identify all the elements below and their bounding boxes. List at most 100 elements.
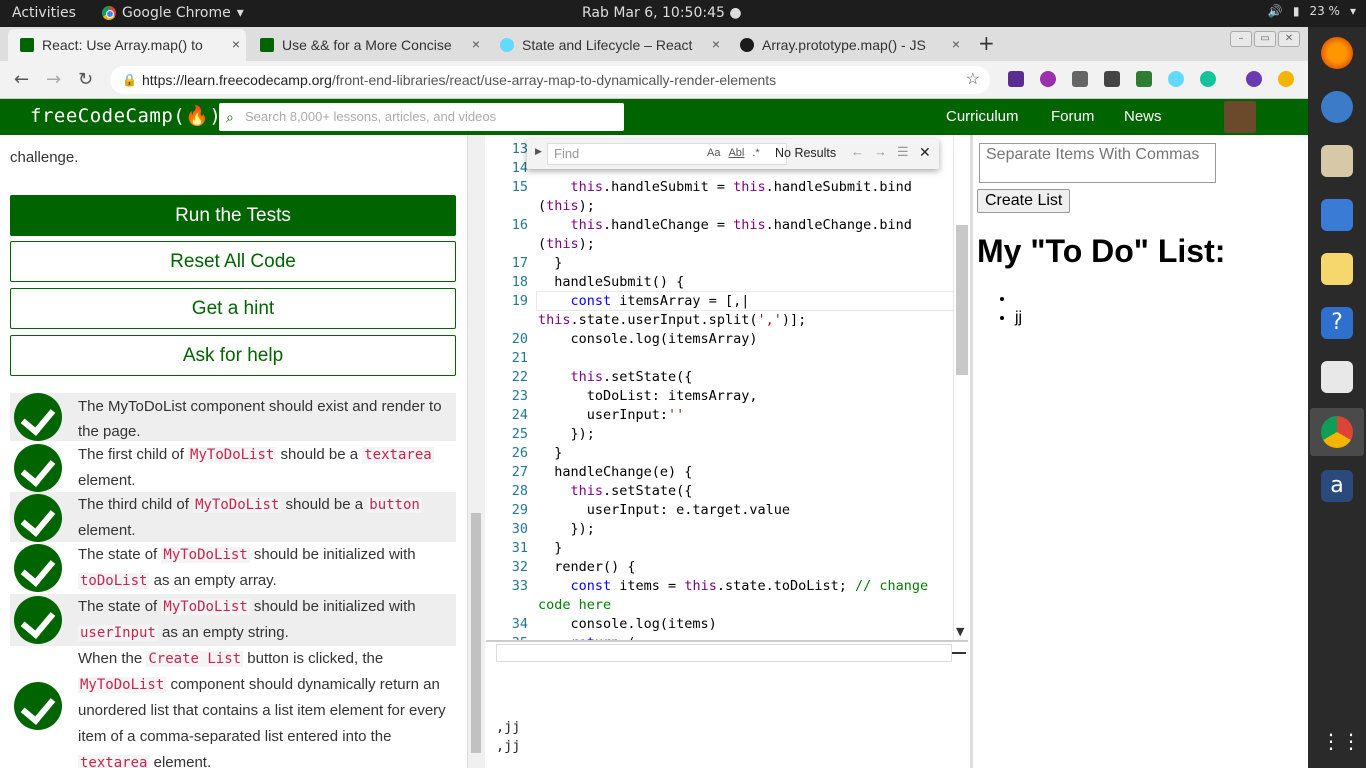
- code-line: (this);: [538, 198, 595, 214]
- test-item: The third child of MyToDoList should be …: [10, 492, 456, 542]
- scroll-thumb[interactable]: [956, 225, 968, 375]
- console-line: ,jj: [496, 719, 521, 735]
- create-list-button[interactable]: Create List: [977, 189, 1071, 213]
- close-icon[interactable]: ×: [472, 36, 480, 52]
- code-line: });: [538, 426, 595, 442]
- new-tab-button[interactable]: +: [978, 31, 995, 55]
- code-line: this.setState({: [570, 483, 693, 499]
- profile-avatar[interactable]: [1246, 71, 1262, 87]
- address-bar[interactable]: 🔒 https://learn.freecodecamp.org/front-e…: [110, 66, 990, 94]
- react-devtools-icon[interactable]: [1168, 71, 1184, 87]
- app-menu[interactable]: Google Chrome ▾: [102, 5, 244, 21]
- menu-alert-icon[interactable]: [1278, 71, 1294, 87]
- chevron-down-icon[interactable]: ▼: [956, 625, 964, 638]
- editor-scrollbar[interactable]: ▼: [953, 135, 969, 640]
- code-editor[interactable]: 13 14 15 16 17 18 19 20 21 22 23 24 25 2…: [486, 135, 953, 640]
- expand-replace-icon[interactable]: ▶: [535, 146, 542, 157]
- preview-pane: Create List My "To Do" List: jj: [970, 135, 1308, 768]
- system-tray[interactable]: 🔊 ▮ 23 % ▾: [1268, 4, 1356, 18]
- code-line: const items = this.state.toDoList; // ch…: [570, 578, 929, 594]
- tab-state-lifecycle[interactable]: State and Lifecycle – React ×: [488, 29, 726, 61]
- chevron-down-icon: ▾: [1349, 4, 1356, 18]
- fcc-favicon-icon: [260, 38, 274, 52]
- rhythmbox-icon[interactable]: [1321, 145, 1353, 177]
- volume-icon: 🔊: [1267, 4, 1283, 18]
- show-apps-icon[interactable]: ⋮⋮: [1321, 725, 1361, 757]
- back-arrow-icon[interactable]: ←: [14, 69, 29, 90]
- find-in-selection-icon[interactable]: ☰: [897, 144, 909, 160]
- activities-button[interactable]: Activities: [12, 5, 76, 21]
- maximize-icon[interactable]: ▭: [1254, 31, 1276, 47]
- window-controls: – ▭ ✕: [1230, 31, 1300, 47]
- nav-forum[interactable]: Forum: [1051, 108, 1094, 125]
- list-heading: My "To Do" List:: [977, 233, 1226, 269]
- chrome-icon[interactable]: [1321, 416, 1353, 448]
- thunderbird-icon[interactable]: [1321, 91, 1353, 123]
- help-icon[interactable]: ?: [1321, 307, 1353, 339]
- list-textarea[interactable]: [979, 143, 1216, 183]
- previous-match-icon[interactable]: ←: [851, 144, 864, 160]
- react-icon: [500, 38, 514, 52]
- cors-off-icon[interactable]: [1104, 71, 1120, 87]
- tab-use-and-operator[interactable]: Use && for a More Concise ×: [248, 29, 486, 61]
- tab-array-prototype-map[interactable]: Array.prototype.map() - JS ×: [728, 29, 966, 61]
- forward-arrow-icon[interactable]: →: [46, 69, 61, 90]
- software-icon[interactable]: [1321, 361, 1353, 393]
- run-tests-button[interactable]: Run the Tests: [10, 195, 456, 236]
- clock[interactable]: Rab Mar 6, 10:50:45 ●: [582, 5, 742, 21]
- find-result-count: No Results: [775, 146, 837, 160]
- console-input[interactable]: [496, 644, 952, 662]
- code-line: console.log(itemsArray): [538, 331, 758, 347]
- check-icon: [14, 444, 62, 492]
- nav-curriculum[interactable]: Curriculum: [946, 108, 1019, 125]
- get-hint-button[interactable]: Get a hint: [10, 288, 456, 329]
- check-icon: [14, 393, 62, 441]
- instructions-text: challenge.: [10, 149, 79, 166]
- nav-news[interactable]: News: [1124, 108, 1162, 125]
- test-item: The MyToDoList component should exist an…: [10, 393, 456, 441]
- extension-icon[interactable]: [1040, 71, 1056, 87]
- code-line: }: [538, 540, 563, 556]
- regex-toggle[interactable]: .*: [752, 143, 759, 163]
- code-line: code here: [538, 597, 612, 613]
- close-window-icon[interactable]: ✕: [1278, 31, 1300, 47]
- whole-word-toggle[interactable]: Abl: [728, 143, 744, 163]
- writer-icon[interactable]: [1321, 199, 1353, 231]
- close-icon[interactable]: ×: [712, 36, 720, 52]
- firefox-icon[interactable]: [1321, 37, 1353, 69]
- fcc-logo[interactable]: freeCodeCamp(🔥): [30, 104, 221, 127]
- next-match-icon[interactable]: →: [874, 144, 887, 160]
- grammarly-icon[interactable]: [1200, 71, 1216, 87]
- test-item: The state of MyToDoList should be initia…: [10, 594, 456, 646]
- ask-help-button[interactable]: Ask for help: [10, 335, 456, 376]
- close-icon[interactable]: ×: [232, 36, 240, 52]
- app-name: Google Chrome: [122, 5, 231, 21]
- extension-icon[interactable]: [1008, 71, 1024, 87]
- instructions-scrollbar[interactable]: [467, 135, 485, 768]
- minimize-icon[interactable]: [952, 652, 966, 654]
- reload-icon[interactable]: ↻: [78, 69, 93, 90]
- chevron-down-icon: ▾: [236, 5, 244, 21]
- fcc-navbar: freeCodeCamp(🔥) ⌕ Search 8,000+ lessons,…: [0, 99, 1308, 135]
- check-icon: [14, 544, 62, 592]
- user-avatar[interactable]: [1224, 101, 1256, 133]
- code-line: console.log(items): [538, 616, 717, 632]
- lock-icon: 🔒: [122, 73, 137, 87]
- fcc-search-input[interactable]: ⌕ Search 8,000+ lessons, articles, and v…: [219, 103, 624, 131]
- close-icon[interactable]: ×: [952, 36, 960, 52]
- scroll-thumb[interactable]: [471, 513, 481, 753]
- bookmark-star-icon[interactable]: ☆: [966, 66, 980, 94]
- match-case-toggle[interactable]: Aa: [707, 143, 720, 163]
- close-icon[interactable]: ✕: [919, 144, 931, 161]
- minimize-icon[interactable]: –: [1230, 31, 1252, 47]
- code-line: const itemsArray = [,|: [570, 293, 750, 309]
- code-line: this.handleSubmit = this.handleSubmit.bi…: [570, 179, 912, 195]
- files-icon[interactable]: [1321, 253, 1353, 285]
- amazon-icon[interactable]: a: [1321, 470, 1353, 502]
- battery-icon: ▮: [1292, 4, 1300, 18]
- reset-code-button[interactable]: Reset All Code: [10, 241, 456, 282]
- tab-react-array-map[interactable]: React: Use Array.map() to ×: [8, 29, 246, 61]
- cors-icon[interactable]: [1136, 71, 1152, 87]
- vue-devtools-icon[interactable]: [1072, 71, 1088, 87]
- code-line: this.setState({: [570, 369, 693, 385]
